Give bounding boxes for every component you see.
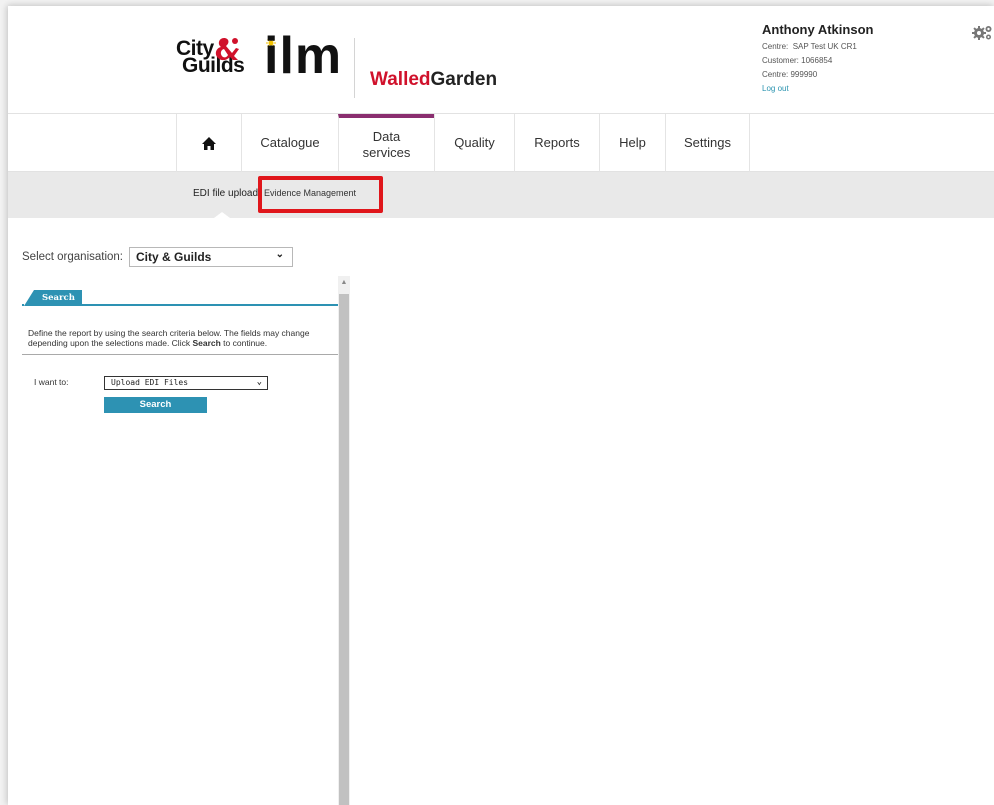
organisation-select[interactable]: City & Guilds ⌄ <box>129 247 294 267</box>
centre-number-value: 999990 <box>790 70 818 79</box>
organisation-value: City & Guilds <box>136 250 212 264</box>
centre-number-label: Centre: <box>762 70 789 79</box>
user-name: Anthony Atkinson <box>762 22 874 37</box>
home-icon <box>202 136 216 150</box>
walled-garden-logo[interactable]: WalledGarden <box>370 69 497 91</box>
nav-settings[interactable]: Settings <box>665 114 750 172</box>
ilm-logo[interactable]: ilm <box>264 28 342 84</box>
tab-notch <box>24 290 34 306</box>
logo-divider <box>354 38 355 98</box>
nav-catalogue-label: Catalogue <box>260 135 320 150</box>
search-panel: Search Define the report by using the se… <box>22 276 338 805</box>
scroll-up-arrow-icon[interactable]: ▲ <box>338 276 350 292</box>
nav-help[interactable]: Help <box>599 114 665 172</box>
nav-data-services[interactable]: Data services <box>338 114 434 172</box>
nav-settings-label: Settings <box>684 135 731 150</box>
nav-help-label: Help <box>619 135 646 150</box>
organisation-label: Select organisation: <box>22 251 124 263</box>
nav-catalogue[interactable]: Catalogue <box>241 114 338 172</box>
logo-garden-text: Garden <box>430 69 498 90</box>
centre-value: SAP Test UK CR1 <box>792 42 857 51</box>
customer-value: 1066854 <box>801 56 833 65</box>
logo-walled-text: Walled <box>370 69 431 90</box>
ampersand-lion-icon <box>215 38 239 61</box>
user-centre-number: Centre: 999990 <box>762 68 873 82</box>
i-want-to-select[interactable]: Upload EDI Files ⌄ <box>104 376 268 390</box>
active-subnav-caret <box>214 212 230 218</box>
search-button[interactable]: Search <box>104 397 207 413</box>
main-nav: Catalogue Data services Quality Reports H… <box>8 114 994 172</box>
nav-reports[interactable]: Reports <box>514 114 599 172</box>
user-customer: Customer: 1066854 <box>762 54 873 68</box>
user-centre: Centre: SAP Test UK CR1 <box>762 40 873 54</box>
scrollbar-thumb[interactable] <box>339 294 349 805</box>
user-info: Anthony Atkinson Centre: SAP Test UK CR1… <box>762 22 873 96</box>
highlight-box <box>258 176 383 213</box>
search-tab-label: Search <box>42 293 75 303</box>
nav-reports-label: Reports <box>534 135 580 150</box>
site-header: City Guilds ilm WalledGarden Anthony Atk… <box>8 6 994 114</box>
nav-data-services-line2: services <box>362 145 411 160</box>
i-want-to-label: I want to: <box>34 377 69 387</box>
sub-nav: EDI file upload Evidence Management <box>8 172 994 218</box>
nav-home[interactable] <box>176 114 241 172</box>
centre-label: Centre: <box>762 42 789 51</box>
search-description: Define the report by using the search cr… <box>28 328 338 348</box>
organisation-selector: Select organisation: City & Guilds ⌄ <box>22 247 294 267</box>
chevron-down-icon: ⌄ <box>256 377 262 387</box>
app-window: City Guilds ilm WalledGarden Anthony Atk… <box>8 6 994 805</box>
logout-link[interactable]: Log out <box>762 82 873 96</box>
chevron-down-icon: ⌄ <box>275 249 285 260</box>
customer-label: Customer: <box>762 56 799 65</box>
nav-data-services-line1: Data <box>372 129 401 144</box>
i-want-to-value: Upload EDI Files <box>111 378 189 387</box>
settings-gears-icon[interactable] <box>972 24 994 42</box>
description-text: Define the report by using the search cr… <box>28 328 310 348</box>
divider <box>22 354 338 355</box>
description-end: to continue. <box>220 338 268 348</box>
subnav-edi-file-upload[interactable]: EDI file upload <box>193 188 258 199</box>
panel-scrollbar[interactable]: ▲ <box>338 276 350 805</box>
nav-data-services-label: Data services <box>363 129 411 161</box>
nav-quality-label: Quality <box>454 135 495 150</box>
search-tab[interactable]: Search <box>24 290 82 306</box>
city-and-guilds-logo[interactable]: City Guilds <box>176 38 246 88</box>
nav-quality[interactable]: Quality <box>434 114 514 172</box>
description-bold: Search <box>192 338 221 348</box>
